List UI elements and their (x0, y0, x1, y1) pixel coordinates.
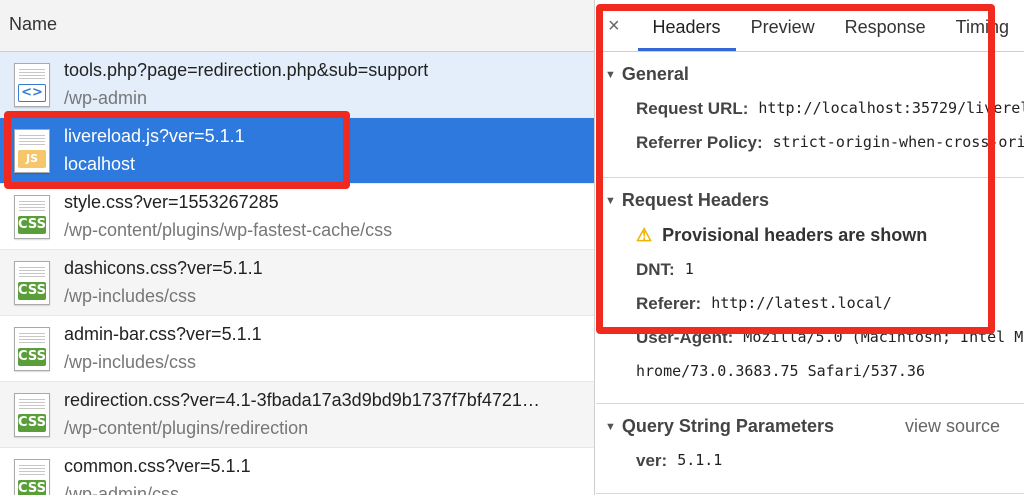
request-row-admin-bar-css[interactable]: CSS admin-bar.css?ver=5.1.1 /wp-includes… (0, 316, 594, 382)
request-path: /wp-content/plugins/redirection (64, 418, 309, 438)
name-column-header[interactable]: Name (0, 0, 594, 52)
css-file-icon: CSS (14, 326, 50, 371)
request-path: /wp-admin (64, 88, 148, 108)
ver-param-row: ver: 5.1.1 (636, 451, 723, 470)
user-agent-continuation: hrome/73.0.3683.75 Safari/537.36 (636, 362, 925, 380)
request-row-style-css[interactable]: CSS style.css?ver=1553267285 /wp-content… (0, 184, 594, 250)
highlight-box-request (4, 111, 350, 189)
request-filename: redirection.css?ver=4.1-3fbada17a3d9bd9b… (64, 390, 540, 410)
request-filename: dashicons.css?ver=5.1.1 (64, 258, 263, 278)
php-file-icon: <> (14, 62, 50, 107)
triangle-down-icon: ▼ (605, 420, 616, 433)
request-path: /wp-includes/css (64, 352, 197, 372)
query-string-section: ▼ Query String Parameters view source ve… (596, 404, 1024, 494)
request-row-tools-php[interactable]: <> tools.php?page=redirection.php&sub=su… (0, 52, 594, 118)
css-file-icon: CSS (14, 392, 50, 437)
request-path: /wp-content/plugins/wp-fastest-cache/css (64, 220, 393, 240)
view-source-link[interactable]: view source (905, 416, 1000, 437)
request-path: /wp-admin/css (64, 484, 180, 495)
request-path: /wp-includes/css (64, 286, 197, 306)
request-filename: admin-bar.css?ver=5.1.1 (64, 324, 262, 344)
css-file-icon: CSS (14, 194, 50, 239)
request-filename: tools.php?page=redirection.php&sub=suppo… (64, 60, 429, 80)
request-row-redirection-css[interactable]: CSS redirection.css?ver=4.1-3fbada17a3d9… (0, 382, 594, 448)
highlight-box-headers (596, 4, 995, 334)
request-filename: common.css?ver=5.1.1 (64, 456, 251, 476)
css-file-icon: CSS (14, 260, 50, 305)
request-row-dashicons-css[interactable]: CSS dashicons.css?ver=5.1.1 /wp-includes… (0, 250, 594, 316)
request-filename: style.css?ver=1553267285 (64, 192, 279, 212)
request-list: Name <> tools.php?page=redirection.php&s… (0, 0, 595, 495)
request-row-common-css[interactable]: CSS common.css?ver=5.1.1 /wp-admin/css (0, 448, 594, 495)
css-file-icon: CSS (14, 458, 50, 495)
query-string-section-toggle[interactable]: ▼ Query String Parameters view source (596, 416, 1024, 437)
